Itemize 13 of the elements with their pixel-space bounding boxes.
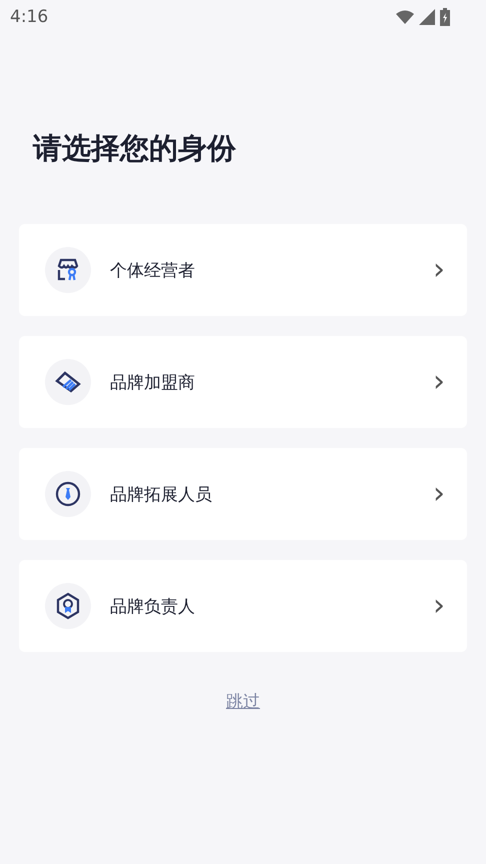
wifi-icon — [396, 10, 414, 24]
tie-icon — [55, 481, 81, 507]
battery-icon — [440, 8, 450, 26]
signal-icon — [419, 9, 435, 25]
status-time: 4:16 — [10, 7, 48, 27]
page-title: 请选择您的身份 — [33, 130, 237, 167]
identity-option[interactable]: 品牌加盟商 › — [19, 336, 467, 428]
shop-icon — [55, 257, 81, 283]
badge-icon — [55, 592, 81, 620]
handshake-icon — [54, 370, 82, 394]
identity-option[interactable]: 品牌负责人 › — [19, 560, 467, 652]
identity-option[interactable]: 品牌拓展人员 › — [19, 448, 467, 540]
identity-option[interactable]: 个体经营者 › — [19, 224, 467, 316]
